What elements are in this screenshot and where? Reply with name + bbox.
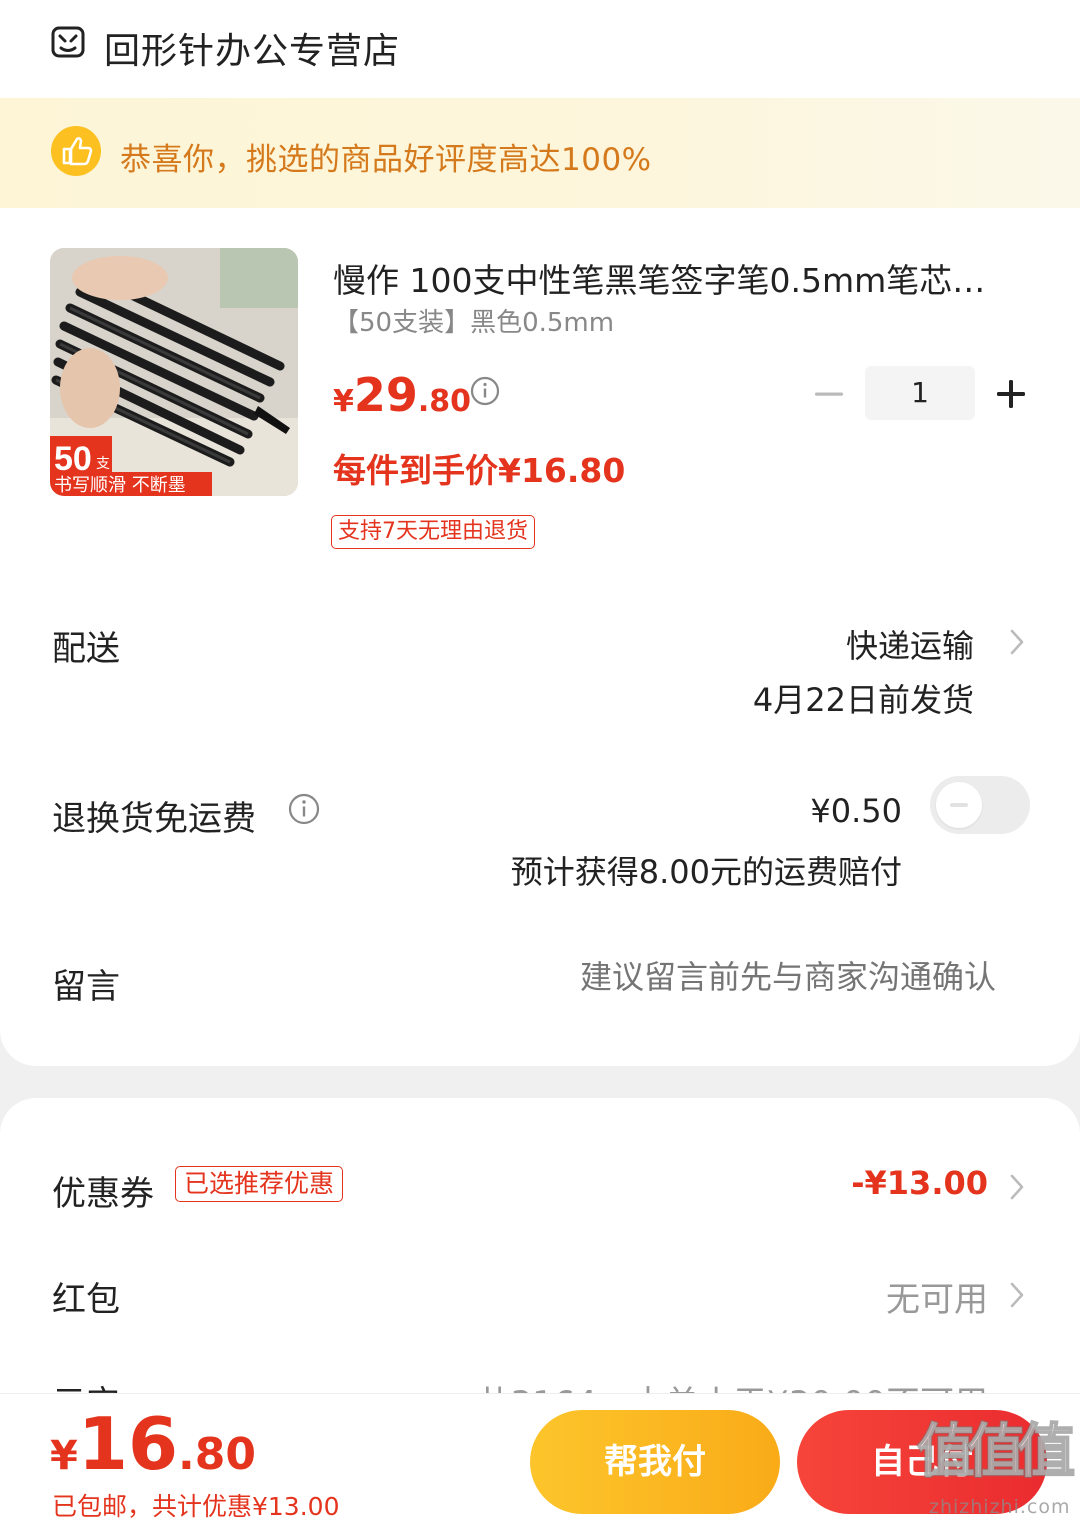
ingot-value: 共3164，本单小于¥30.00不可用 bbox=[477, 1376, 989, 1394]
image-caption: 书写顺滑 不断墨 bbox=[54, 475, 186, 496]
red-packet-value[interactable]: 无可用 bbox=[886, 1272, 988, 1321]
total-price: ¥16.80 bbox=[50, 1402, 256, 1486]
return-insurance-note: 预计获得8.00元的运费赔付 bbox=[510, 853, 902, 891]
chevron-right-icon[interactable] bbox=[1008, 1172, 1026, 1202]
info-icon[interactable] bbox=[288, 793, 320, 825]
price-integer: 29 bbox=[353, 368, 418, 422]
red-packet-label: 红包 bbox=[52, 1280, 120, 1320]
toggle-knob bbox=[936, 782, 982, 828]
product-spec[interactable]: 【50支装】黑色0.5mm bbox=[333, 302, 614, 339]
image-badge-unit: 支 bbox=[96, 456, 110, 472]
return-policy-badge: 支持7天无理由退货 bbox=[331, 515, 535, 549]
ingot-row-partial[interactable]: 元宝 共3164，本单小于¥30.00不可用 bbox=[0, 1372, 1080, 1394]
total-currency: ¥ bbox=[50, 1433, 78, 1479]
quantity-value[interactable]: 1 bbox=[865, 366, 975, 420]
total-decimal: .80 bbox=[178, 1429, 256, 1480]
shipping-method[interactable]: 快递运输 bbox=[846, 621, 974, 667]
chevron-right-icon[interactable] bbox=[1008, 627, 1026, 657]
shop-icon bbox=[51, 26, 85, 58]
product-price: ¥29.80 bbox=[333, 368, 471, 422]
coupon-badge: 已选推荐优惠 bbox=[175, 1166, 344, 1202]
site-watermark: 值 值 值 zhizhizhi.com bbox=[915, 1404, 1076, 1526]
praise-text: 恭喜你，挑选的商品好评度高达100% bbox=[120, 142, 652, 178]
unit-final-price: 每件到手价¥16.80 bbox=[333, 451, 626, 490]
total-note: 已包邮，共计优惠¥13.00 bbox=[52, 1492, 340, 1521]
message-label: 留言 bbox=[52, 967, 120, 1007]
product-photo-illustration: 50 支 书写顺滑 不断墨 bbox=[50, 248, 298, 496]
watermark-glyph: 值 bbox=[1016, 1416, 1076, 1486]
shipping-label: 配送 bbox=[52, 629, 120, 669]
image-badge-count: 50 bbox=[54, 440, 92, 478]
price-decimal: .80 bbox=[417, 384, 472, 419]
return-insurance-fee: ¥0.50 bbox=[810, 792, 902, 830]
ingot-label: 元宝 bbox=[52, 1376, 120, 1394]
product-title[interactable]: 慢作 100支中性笔黑笔签字笔0.5mm笔芯… bbox=[333, 254, 1033, 302]
coupon-value[interactable]: -¥13.00 bbox=[851, 1164, 988, 1202]
info-icon[interactable] bbox=[470, 376, 500, 406]
quantity-plus-button[interactable] bbox=[994, 377, 1028, 411]
coupon-label: 优惠券 bbox=[52, 1174, 154, 1214]
total-integer: 16 bbox=[77, 1402, 179, 1486]
return-insurance-toggle[interactable] bbox=[930, 776, 1030, 834]
chevron-right-icon[interactable] bbox=[1008, 1280, 1026, 1310]
thumbs-up-icon bbox=[51, 126, 101, 176]
product-image[interactable]: 50 支 书写顺滑 不断墨 bbox=[50, 248, 298, 496]
watermark-text: zhizhizhi.com bbox=[929, 1496, 1071, 1518]
shop-header[interactable]: 回形针办公专营店 bbox=[0, 0, 1080, 98]
shipping-date: 4月22日前发货 bbox=[752, 681, 974, 719]
price-currency: ¥ bbox=[333, 384, 354, 419]
help-pay-button[interactable]: 帮我付 bbox=[530, 1410, 780, 1514]
praise-banner: 恭喜你，挑选的商品好评度高达100% bbox=[0, 98, 1080, 208]
return-insurance-label: 退换货免运费 bbox=[52, 799, 256, 839]
message-input[interactable] bbox=[436, 958, 996, 996]
order-card: 回形针办公专营店 恭喜你，挑选的商品好评度高达100% 50 支 书写顺滑 不断… bbox=[0, 0, 1080, 1066]
shop-name: 回形针办公专营店 bbox=[104, 31, 401, 72]
quantity-minus-button[interactable] bbox=[812, 377, 846, 411]
